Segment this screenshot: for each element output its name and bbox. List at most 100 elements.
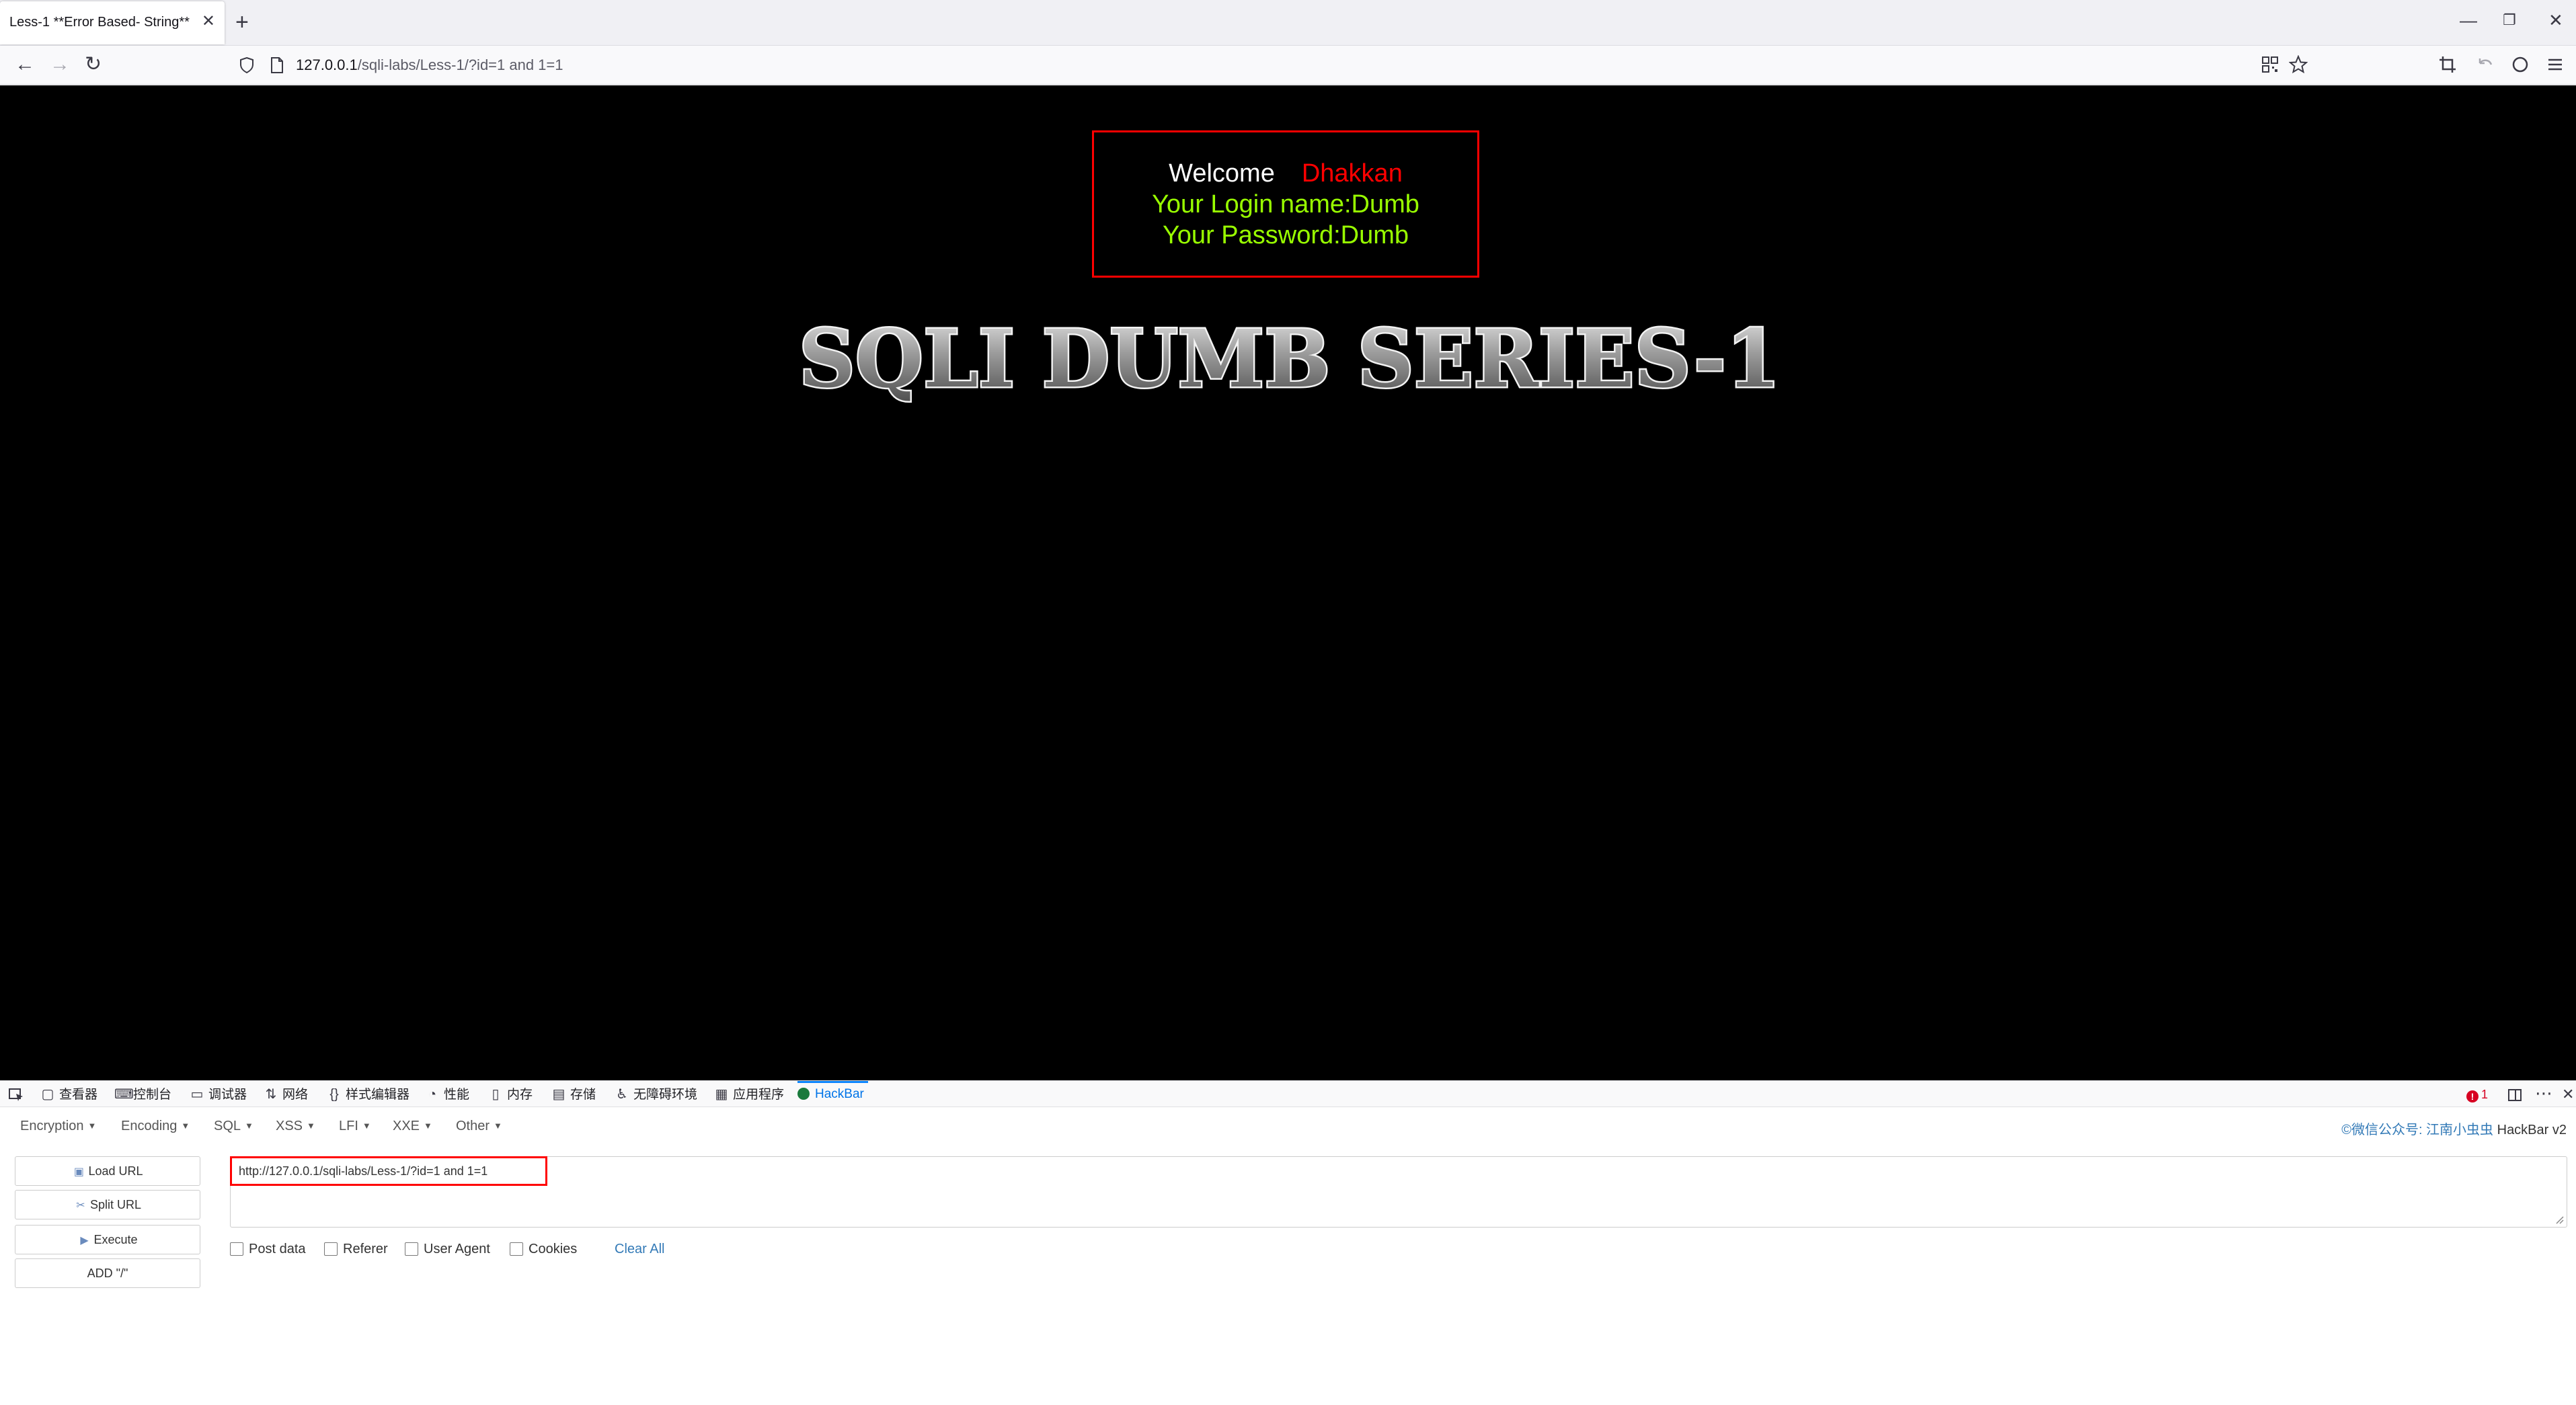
devtools-tab-storage[interactable]: ▤ 存储 xyxy=(551,1081,596,1108)
browser-tab[interactable]: Less-1 **Error Based- String** ✕ xyxy=(0,1,225,44)
checkbox-box[interactable] xyxy=(510,1242,523,1256)
bookmark-star-icon[interactable] xyxy=(2289,55,2308,74)
split-icon: ✂ xyxy=(76,1200,85,1211)
menu-encoding[interactable]: Encoding ▼ xyxy=(121,1119,190,1134)
checkbox-box[interactable] xyxy=(230,1242,243,1256)
application-icon: ▦ xyxy=(715,1087,728,1102)
devtools-tab-hackbar[interactable]: HackBar xyxy=(797,1081,868,1108)
devtools-close-icon[interactable]: ✕ xyxy=(2562,1081,2574,1108)
menu-label: XSS xyxy=(276,1119,303,1133)
caret-down-icon: ▼ xyxy=(307,1121,315,1131)
window-close-icon[interactable]: ✕ xyxy=(2548,8,2563,32)
menu-label: SQL xyxy=(214,1119,241,1133)
crop-icon[interactable] xyxy=(2438,55,2457,74)
url-text[interactable]: 127.0.0.1/sqli-labs/Less-1/?id=1 and 1=1 xyxy=(296,56,563,74)
shield-icon[interactable] xyxy=(239,57,254,73)
menu-xss[interactable]: XSS ▼ xyxy=(276,1119,315,1134)
menu-label: Other xyxy=(456,1119,490,1133)
series-title-text: SQLI DUMB SERIES-1 xyxy=(799,312,1781,405)
welcome-word: Welcome xyxy=(1169,159,1275,188)
devtools-toolbar: ▢ 查看器 ⌨控制台 ▭ 调试器 ⇅ 网络 {} 样式编辑器 ◔ 性能 ▯ 内存 ▤ 存储 ♿… xyxy=(0,1080,2576,1107)
hackbar-icon xyxy=(797,1088,810,1100)
devtools-tab-memory[interactable]: ▯ 内存 xyxy=(488,1081,533,1108)
devtools-tab-network[interactable]: ⇅ 网络 xyxy=(264,1081,308,1108)
devtools-tab-style-editor[interactable]: {} 样式编辑器 xyxy=(327,1081,409,1108)
url-textarea[interactable] xyxy=(230,1156,2567,1228)
caret-down-icon: ▼ xyxy=(181,1121,190,1131)
page-icon[interactable] xyxy=(270,57,284,73)
devtools-tab-label: 内存 xyxy=(507,1088,533,1102)
tab-title: Less-1 **Error Based- String** xyxy=(9,15,190,30)
url-host: 127.0.0.1 xyxy=(296,56,358,73)
hackbar-credit: ©微信公众号: 江南小虫虫 HackBar v2 xyxy=(2341,1119,2567,1138)
devtools-tab-debugger[interactable]: ▭ 调试器 xyxy=(190,1081,247,1108)
hackbar-panel: Encryption ▼ Encoding ▼ SQL ▼ XSS ▼ LFI ▼ XXE… xyxy=(0,1108,2576,1405)
split-url-button[interactable]: ✂ Split URL xyxy=(15,1190,200,1219)
undo-icon[interactable] xyxy=(2476,55,2495,74)
menu-icon[interactable] xyxy=(2546,55,2565,74)
url-path: /sqli-labs/Less-1/?id=1 and 1=1 xyxy=(357,56,563,73)
address-bar[interactable]: 127.0.0.1/sqli-labs/Less-1/?id=1 and 1=1 xyxy=(229,51,2318,79)
resize-grip-icon[interactable] xyxy=(2553,1213,2564,1224)
checkbox-label: Referer xyxy=(343,1242,388,1256)
devtools-tab-console[interactable]: ⌨控制台 xyxy=(114,1081,171,1108)
menu-xxe[interactable]: XXE ▼ xyxy=(393,1119,432,1134)
debugger-icon: ▭ xyxy=(190,1087,204,1102)
load-icon: ▣ xyxy=(73,1166,85,1178)
devtools-tab-label: 存储 xyxy=(570,1088,596,1102)
caret-down-icon: ▼ xyxy=(424,1121,432,1131)
credit-link[interactable]: ©微信公众号: 江南小虫虫 xyxy=(2341,1123,2493,1137)
checkbox-box[interactable] xyxy=(324,1242,338,1256)
restore-icon[interactable]: ❐ xyxy=(2503,8,2516,32)
user-agent-checkbox[interactable]: User Agent xyxy=(405,1241,490,1257)
devtools-tab-inspector[interactable]: ▢ 查看器 xyxy=(40,1081,97,1108)
menu-other[interactable]: Other ▼ xyxy=(456,1119,502,1134)
clear-all-link[interactable]: Clear All xyxy=(615,1241,664,1257)
devtools-tab-label: 网络 xyxy=(282,1088,309,1102)
devtools-tab-label: 应用程序 xyxy=(733,1088,785,1102)
more-options-icon[interactable]: ⋯ xyxy=(2535,1081,2552,1105)
qr-code-icon[interactable] xyxy=(2261,55,2279,74)
url-input-value[interactable]: http://127.0.0.1/sqli-labs/Less-1/?id=1 … xyxy=(230,1156,547,1186)
welcome-line: Welcome Dhakkan xyxy=(1094,158,1477,189)
caret-down-icon: ▼ xyxy=(494,1121,502,1131)
referer-checkbox[interactable]: Referer xyxy=(324,1241,388,1257)
back-arrow-icon[interactable]: ← xyxy=(15,52,35,77)
tab-close-icon[interactable]: ✕ xyxy=(202,13,215,30)
add-slash-button[interactable]: ADD "/" xyxy=(15,1258,200,1288)
menu-encryption[interactable]: Encryption ▼ xyxy=(20,1119,96,1134)
error-count-badge[interactable]: ! 1 xyxy=(2466,1081,2488,1108)
menu-lfi[interactable]: LFI ▼ xyxy=(339,1119,371,1134)
reload-icon[interactable]: ↻ xyxy=(85,52,102,77)
memory-icon: ▯ xyxy=(492,1087,500,1102)
account-circle-icon[interactable] xyxy=(2511,55,2530,74)
devtools-tab-accessibility[interactable]: ♿ 无障碍环境 xyxy=(615,1081,697,1108)
minimize-icon[interactable]: — xyxy=(2460,8,2477,32)
style-editor-icon: {} xyxy=(329,1087,339,1102)
storage-icon: ▤ xyxy=(552,1087,565,1102)
caret-down-icon: ▼ xyxy=(362,1121,371,1131)
dock-side-icon[interactable] xyxy=(2507,1088,2523,1102)
menu-label: XXE xyxy=(393,1119,420,1133)
pick-element-icon[interactable] xyxy=(8,1088,24,1102)
console-icon: ⌨ xyxy=(114,1087,134,1102)
devtools-tab-application[interactable]: ▦ 应用程序 xyxy=(714,1081,784,1108)
devtools-tab-label: 控制台 xyxy=(133,1088,172,1102)
forward-arrow-icon[interactable]: → xyxy=(50,52,70,77)
devtools-tab-label: 样式编辑器 xyxy=(346,1088,410,1102)
devtools-tab-performance[interactable]: ◔ 性能 xyxy=(425,1081,469,1108)
menu-label: LFI xyxy=(339,1119,358,1133)
button-label: ADD "/" xyxy=(87,1267,128,1280)
menu-sql[interactable]: SQL ▼ xyxy=(214,1119,253,1134)
post-data-checkbox[interactable]: Post data xyxy=(230,1241,306,1257)
accessibility-icon: ♿ xyxy=(616,1087,628,1102)
performance-icon: ◔ xyxy=(428,1087,437,1102)
checkbox-box[interactable] xyxy=(405,1242,418,1256)
password-line: Your Password:Dumb xyxy=(1162,221,1409,249)
load-url-button[interactable]: ▣ Load URL xyxy=(15,1156,200,1186)
execute-button[interactable]: ▶ Execute xyxy=(15,1225,200,1254)
page-content: Welcome Dhakkan Your Login name:Dumb Your… xyxy=(0,85,2576,1080)
welcome-box: Welcome Dhakkan Your Login name:Dumb Your… xyxy=(1092,130,1479,278)
cookies-checkbox[interactable]: Cookies xyxy=(510,1241,577,1257)
new-tab-icon[interactable]: + xyxy=(235,9,249,35)
